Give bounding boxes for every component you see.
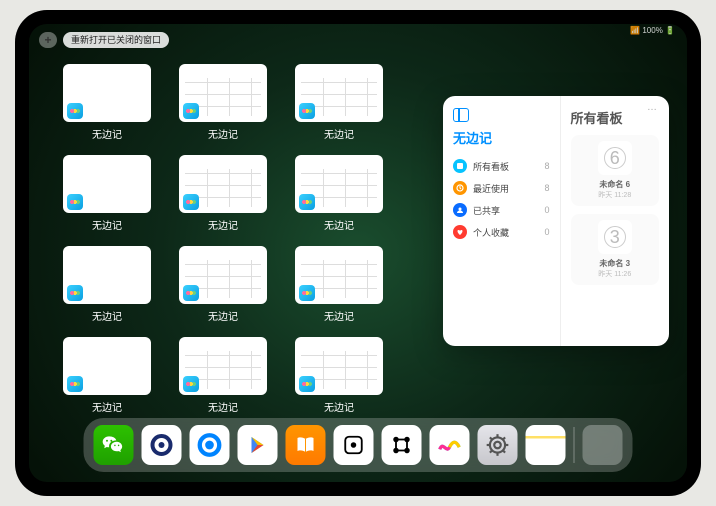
window-thumbnail[interactable]: 无边记	[63, 337, 151, 414]
board-subtitle: 昨天 11:28	[598, 190, 631, 200]
heart-icon	[453, 225, 467, 239]
window-thumbnail[interactable]: 无边记	[179, 64, 267, 141]
window-label: 无边记	[208, 126, 238, 141]
window-label: 无边记	[208, 217, 238, 232]
sidebar-toggle-icon[interactable]	[453, 108, 469, 122]
window-thumbnail[interactable]: 无边记	[295, 155, 383, 232]
dock-notes-icon[interactable]	[526, 425, 566, 465]
freeform-app-icon	[183, 103, 199, 119]
window-thumbnail[interactable]: 无边记	[295, 64, 383, 141]
dock-books-icon[interactable]	[286, 425, 326, 465]
sidebar-item-label: 最近使用	[473, 182, 509, 195]
people-icon	[453, 203, 467, 217]
dock-recent-folder[interactable]	[583, 425, 623, 465]
freeform-app-icon	[183, 285, 199, 301]
board-thumbnail: 6	[598, 141, 632, 175]
thumbnail-preview	[179, 246, 267, 304]
window-thumbnail[interactable]: 无边记	[295, 337, 383, 414]
board-card[interactable]: 3 未命名 3昨天 11:26	[571, 214, 659, 285]
freeform-app-icon	[67, 103, 83, 119]
window-label: 无边记	[324, 308, 354, 323]
app-switcher-grid: 无边记无边记无边记无边记无边记无边记无边记无边记无边记无边记无边记无边记	[63, 64, 423, 414]
window-thumbnail[interactable]: 无边记	[295, 246, 383, 323]
window-label: 无边记	[92, 217, 122, 232]
window-label: 无边记	[92, 126, 122, 141]
clock-icon	[453, 181, 467, 195]
status-bar: 📶 100% 🔋	[630, 26, 675, 35]
topbar: + 重新打开已关闭的窗口	[39, 32, 169, 48]
sidebar-item-people[interactable]: 已共享 0	[453, 199, 550, 221]
board-thumbnail: 3	[598, 220, 632, 254]
window-thumbnail[interactable]: 无边记	[63, 155, 151, 232]
board-card[interactable]: 6 未命名 6昨天 11:28	[571, 135, 659, 206]
sidebar-item-count: 0	[545, 205, 550, 215]
freeform-app-icon	[183, 376, 199, 392]
window-label: 无边记	[92, 399, 122, 414]
board-subtitle: 昨天 11:26	[598, 269, 631, 279]
freeform-panel[interactable]: … 无边记 所有看板8最近使用8已共享0个人收藏0 所有看板 6未命名 6昨天 …	[443, 96, 669, 346]
freeform-app-icon	[299, 376, 315, 392]
sidebar-item-label: 已共享	[473, 204, 500, 217]
window-thumbnail[interactable]: 无边记	[179, 155, 267, 232]
dock-freeform-icon[interactable]	[430, 425, 470, 465]
thumbnail-preview	[63, 246, 151, 304]
thumbnail-preview	[295, 337, 383, 395]
thumbnail-preview	[63, 337, 151, 395]
board-title: 未命名 3	[599, 258, 630, 269]
window-label: 无边记	[324, 126, 354, 141]
panel-sidebar: 无边记 所有看板 8 最近使用 8 已共享 0 个人收藏 0	[443, 96, 561, 346]
dock-connect-icon[interactable]	[382, 425, 422, 465]
dock-qqbrowser-icon[interactable]	[190, 425, 230, 465]
freeform-app-icon	[67, 376, 83, 392]
window-label: 无边记	[208, 308, 238, 323]
screen: 📶 100% 🔋 + 重新打开已关闭的窗口 无边记无边记无边记无边记无边记无边记…	[29, 24, 687, 482]
dock-settings-icon[interactable]	[478, 425, 518, 465]
window-thumbnail[interactable]: 无边记	[63, 246, 151, 323]
dock-quark-icon[interactable]	[142, 425, 182, 465]
thumbnail-preview	[63, 155, 151, 213]
dock-play-icon[interactable]	[238, 425, 278, 465]
window-thumbnail[interactable]: 无边记	[179, 246, 267, 323]
freeform-app-icon	[67, 285, 83, 301]
dock	[84, 418, 633, 472]
panel-content: 所有看板 6 未命名 6昨天 11:28 3 未命名 3昨天 11:26	[561, 96, 669, 346]
ipad-frame: 📶 100% 🔋 + 重新打开已关闭的窗口 无边记无边记无边记无边记无边记无边记…	[15, 10, 701, 496]
new-window-button[interactable]: +	[39, 32, 57, 48]
thumbnail-preview	[295, 64, 383, 122]
dock-wechat-icon[interactable]	[94, 425, 134, 465]
window-label: 无边记	[92, 308, 122, 323]
freeform-app-icon	[299, 285, 315, 301]
window-label: 无边记	[208, 399, 238, 414]
window-thumbnail[interactable]: 无边记	[63, 64, 151, 141]
dock-separator	[574, 427, 575, 463]
sidebar-item-count: 0	[545, 227, 550, 237]
thumbnail-preview	[179, 337, 267, 395]
board-title: 未命名 6	[599, 179, 630, 190]
freeform-app-icon	[183, 194, 199, 210]
thumbnail-preview	[295, 155, 383, 213]
thumbnail-preview	[63, 64, 151, 122]
sidebar-item-clock[interactable]: 最近使用 8	[453, 177, 550, 199]
dock-dice-icon[interactable]	[334, 425, 374, 465]
sidebar-item-grid[interactable]: 所有看板 8	[453, 155, 550, 177]
window-label: 无边记	[324, 399, 354, 414]
sidebar-item-count: 8	[545, 183, 550, 193]
freeform-app-icon	[299, 103, 315, 119]
sidebar-item-label: 所有看板	[473, 160, 509, 173]
panel-right-title: 所有看板	[571, 108, 659, 127]
sidebar-item-heart[interactable]: 个人收藏 0	[453, 221, 550, 243]
freeform-app-icon	[299, 194, 315, 210]
grid-icon	[453, 159, 467, 173]
freeform-app-icon	[67, 194, 83, 210]
panel-menu-icon[interactable]: …	[647, 102, 659, 113]
window-thumbnail[interactable]: 无边记	[179, 337, 267, 414]
thumbnail-preview	[295, 246, 383, 304]
reopen-closed-window-button[interactable]: 重新打开已关闭的窗口	[63, 32, 169, 48]
thumbnail-preview	[179, 64, 267, 122]
thumbnail-preview	[179, 155, 267, 213]
window-label: 无边记	[324, 217, 354, 232]
sidebar-item-label: 个人收藏	[473, 226, 509, 239]
sidebar-item-count: 8	[545, 161, 550, 171]
panel-left-title: 无边记	[453, 128, 550, 147]
